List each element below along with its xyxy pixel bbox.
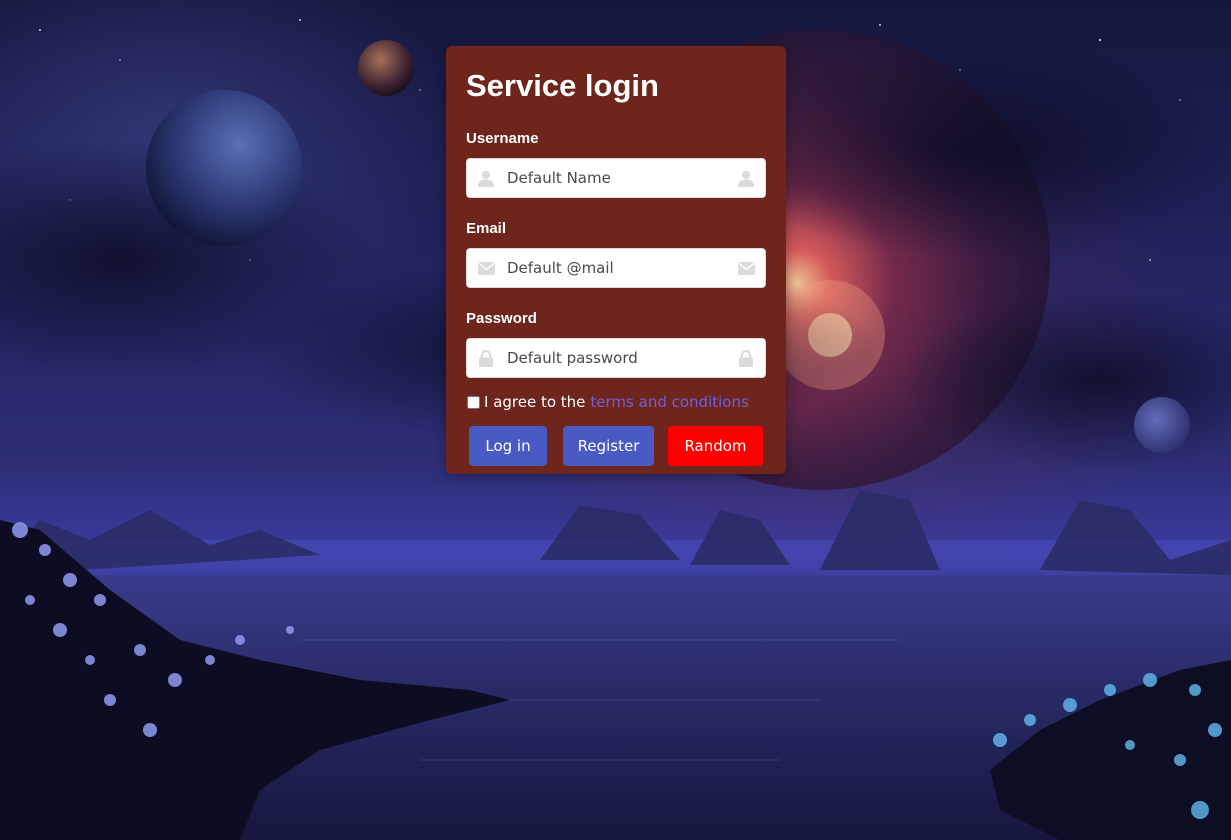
envelope-icon (726, 248, 766, 288)
page-title: Service login (466, 68, 659, 103)
button-row: Log in Register Random (466, 426, 766, 466)
moon (1134, 397, 1190, 453)
terms-link[interactable]: terms and conditions (590, 393, 748, 411)
lock-icon (466, 338, 506, 378)
email-label: Email (466, 220, 507, 237)
small-planet (358, 40, 414, 96)
lock-icon (726, 338, 766, 378)
user-icon (726, 158, 766, 198)
envelope-icon (466, 248, 506, 288)
username-label: Username (466, 130, 539, 147)
email-field-wrapper (466, 248, 766, 288)
email-input[interactable] (466, 248, 766, 288)
blue-planet (146, 90, 302, 246)
terms-agreement: I agree to the terms and conditions (466, 392, 766, 412)
password-label: Password (466, 310, 537, 327)
login-card: Service login Username Email Password I … (446, 46, 786, 474)
terms-label[interactable]: I agree to the (484, 393, 585, 411)
username-input[interactable] (466, 158, 766, 198)
random-button[interactable]: Random (668, 426, 763, 466)
password-field-wrapper (466, 338, 766, 378)
username-field-wrapper (466, 158, 766, 198)
login-button[interactable]: Log in (469, 426, 547, 466)
user-icon (466, 158, 506, 198)
password-input[interactable] (466, 338, 766, 378)
terms-checkbox[interactable] (467, 395, 480, 409)
register-button[interactable]: Register (563, 426, 654, 466)
